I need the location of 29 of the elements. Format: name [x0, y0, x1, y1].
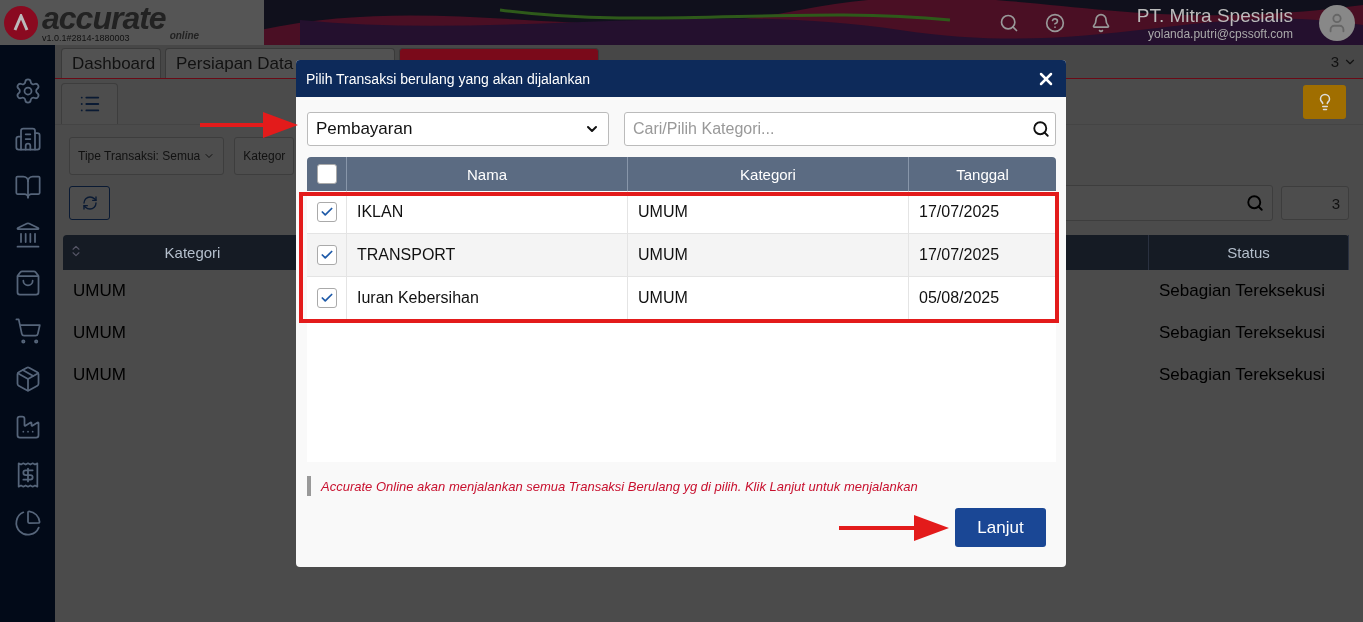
- column-header[interactable]: Kategori: [164, 244, 221, 261]
- table-cell: 17/07/2025: [919, 203, 1000, 221]
- continue-button[interactable]: Lanjut: [955, 508, 1046, 547]
- filter-select[interactable]: Tipe Transaksi: Semua: [69, 137, 225, 175]
- info-note: Accurate Online akan menjalankan semua Transaksi Berulang yg di pilih. Klik Lanjut untuk menjalankan: [307, 476, 1056, 496]
- table-cell: TRANSPORT: [357, 246, 456, 264]
- table-cell-text: Sebagian Tereksekusi: [1158, 281, 1326, 301]
- table-cell: Iuran Kebersihan: [357, 289, 479, 307]
- page-field[interactable]: 3: [1281, 186, 1349, 220]
- column-header[interactable]: Status: [1227, 244, 1270, 261]
- company-name: PT. Mitra Spesialis: [1136, 4, 1293, 27]
- table-cell: IKLAN: [357, 203, 404, 221]
- table-cell: 17/07/2025: [919, 246, 1000, 264]
- user-email: yolanda.putri@cpssoft.com: [1148, 26, 1293, 41]
- table-cell-text: Sebagian Tereksekusi: [1158, 365, 1326, 385]
- filter-select[interactable]: Kategor: [234, 137, 295, 175]
- column-header: Tanggal: [955, 164, 1010, 185]
- table-cell-text: Sebagian Tereksekusi: [1158, 323, 1326, 343]
- table-cell-text: UMUM: [72, 365, 127, 385]
- table-cell: UMUM: [638, 246, 688, 264]
- table-cell: 05/08/2025: [919, 289, 1000, 307]
- table-cell: UMUM: [638, 289, 688, 307]
- table-cell-text: UMUM: [72, 323, 127, 343]
- table-cell: UMUM: [638, 203, 688, 221]
- table-cell-text: UMUM: [72, 281, 127, 301]
- category-search-field[interactable]: Cari/Pilih Kategori...: [624, 112, 1056, 146]
- version-text: v1.0.1#2814-1880003: [42, 34, 131, 43]
- tab[interactable]: Dashboard: [61, 48, 161, 78]
- type-select[interactable]: Pembayaran: [307, 112, 609, 146]
